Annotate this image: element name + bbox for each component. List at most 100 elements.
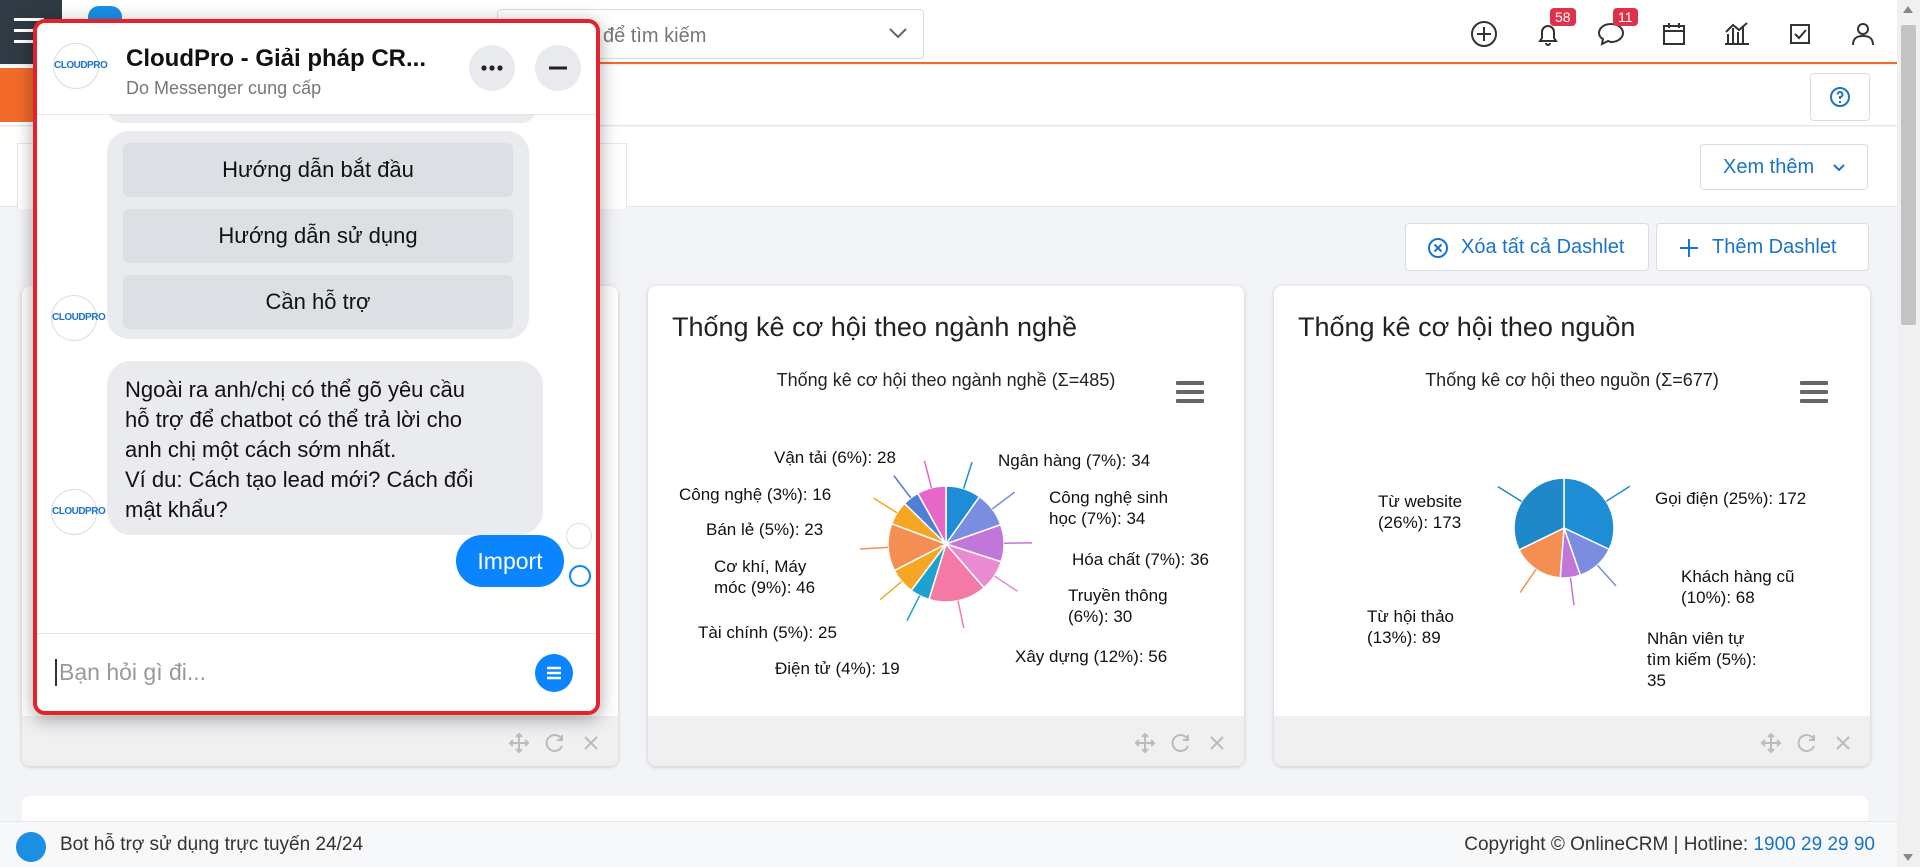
label-nhan-vien-1: Nhân viên tự	[1647, 629, 1745, 648]
pie-leader-line	[962, 461, 973, 489]
label-van-tai: Vận tải (6%): 28	[774, 448, 896, 467]
pie-leader-line	[957, 600, 965, 629]
label-ban-le: Bán lẻ (5%): 23	[706, 520, 824, 539]
refresh-icon[interactable]	[1796, 732, 1818, 754]
label-hoa-chat: Hóa chất (7%): 36	[1072, 550, 1210, 569]
chevron-down-icon	[1833, 164, 1845, 172]
pie-leader-line	[879, 580, 903, 601]
pie-leader-line	[860, 546, 889, 550]
move-icon[interactable]	[1760, 732, 1782, 754]
calendar-icon[interactable]	[1656, 16, 1692, 52]
quick-reply-start[interactable]: Hướng dẫn bắt đầu	[123, 143, 513, 197]
user-icon[interactable]	[1845, 16, 1881, 52]
pie-leader-line	[993, 575, 1019, 593]
more-options-button[interactable]	[469, 45, 515, 91]
copyright-text: Copyright © OnlineCRM | Hotline: 1900 29…	[1464, 834, 1875, 856]
label-co-khi-2: móc (9%): 46	[714, 578, 816, 597]
messages-button[interactable]: 11	[1593, 8, 1638, 52]
plus-circle-icon[interactable]	[1466, 16, 1502, 52]
label-ngan-hang: Ngân hàng (7%): 34	[998, 451, 1151, 470]
cloudpro-avatar: CLOUDPRO	[53, 43, 108, 89]
scroll-down-icon[interactable]	[1903, 854, 1913, 861]
help-button[interactable]	[1810, 73, 1870, 121]
label-khach-hang-cu-2: (10%): 68	[1681, 588, 1755, 607]
chart-menu-icon[interactable]	[1176, 381, 1204, 403]
xem-them-label: Xem thêm	[1723, 156, 1815, 178]
search-placeholder: để tìm kiếm	[603, 25, 707, 47]
label-tu-hoi-thao-1: Từ hội thảo	[1367, 607, 1454, 626]
copyright-label: Copyright © OnlineCRM | Hotline:	[1464, 834, 1754, 855]
pie-leader-line	[906, 595, 921, 621]
minus-icon	[549, 66, 567, 70]
refresh-icon[interactable]	[1170, 732, 1192, 754]
notifications-button[interactable]: 58	[1530, 8, 1576, 52]
refresh-icon[interactable]	[544, 732, 566, 754]
user-message-import: Import	[456, 535, 564, 587]
chat-header: CLOUDPRO CloudPro - Giải pháp CR... Do M…	[37, 23, 596, 115]
bot-message: Ngoài ra anh/chị có thể gõ yêu cầu hỗ tr…	[107, 361, 543, 535]
avatar-logo-text: CLOUDPRO	[54, 60, 108, 71]
label-tu-website-2: (26%): 173	[1378, 513, 1462, 532]
scroll-up-icon[interactable]	[1903, 6, 1913, 13]
label-khach-hang-cu-1: Khách hàng cũ	[1681, 567, 1795, 586]
bot-avatar: CLOUDPRO	[51, 295, 106, 341]
chat-subtitle: Do Messenger cung cấp	[126, 78, 322, 98]
pie-leader-line	[991, 491, 1016, 510]
list-lines-icon	[547, 666, 561, 680]
chat-body: Hướng dẫn bắt đầu Hướng dẫn sử dụng Cần …	[37, 115, 596, 641]
clear-all-dashlets-button[interactable]: Xóa tất cả Dashlet	[1405, 223, 1649, 271]
label-truyen-thong-2: (6%): 30	[1068, 607, 1133, 626]
avatar-logo-text: CLOUDPRO	[52, 506, 106, 517]
label-tu-website-1: Từ website	[1378, 492, 1463, 511]
scrollbar-thumb[interactable]	[1901, 25, 1916, 325]
pie-leader-line	[873, 497, 898, 514]
task-check-icon[interactable]	[1782, 16, 1818, 52]
messenger-icon[interactable]	[16, 832, 46, 862]
move-icon[interactable]	[508, 732, 530, 754]
add-dashlet-button[interactable]: Thêm Dashlet	[1656, 223, 1869, 271]
page-scrollbar[interactable]	[1897, 0, 1920, 867]
label-cnsh-1: Công nghệ sinh	[1049, 488, 1169, 507]
chevron-down-icon[interactable]	[887, 22, 909, 44]
dashlet-industry: Thống kê cơ hội theo ngành nghề Thống kê…	[648, 286, 1244, 766]
pie-leader-line	[1596, 564, 1617, 587]
label-cong-nghe: Công nghệ (3%): 16	[679, 485, 832, 504]
report-chart-icon[interactable]	[1719, 16, 1755, 52]
label-cnsh-2: học (7%): 34	[1049, 509, 1146, 528]
label-nhan-vien-3: 35	[1647, 671, 1666, 690]
label-goi-dien: Gọi điện (25%): 172	[1655, 489, 1807, 508]
label-dien-tu: Điện tử (4%): 19	[775, 659, 900, 678]
bot-support-label: Bot hỗ trợ sử dụng trực tuyến 24/24	[60, 834, 364, 855]
dashlet-footer	[1274, 716, 1870, 766]
minimize-button[interactable]	[535, 45, 581, 91]
messenger-chat-window: CLOUDPRO CloudPro - Giải pháp CR... Do M…	[33, 19, 600, 715]
move-icon[interactable]	[1134, 732, 1156, 754]
label-truyen-thong-1: Truyền thông	[1068, 586, 1168, 605]
xem-them-dropdown[interactable]: Xem thêm	[1700, 144, 1868, 190]
chart-menu-icon[interactable]	[1800, 381, 1828, 403]
quick-reply-support[interactable]: Cần hỗ trợ	[123, 275, 513, 329]
question-circle-icon	[1830, 87, 1850, 107]
message-badge: 11	[1613, 8, 1638, 26]
chat-name: CloudPro - Giải pháp CR...	[126, 45, 426, 72]
dashlet-title: Thống kê cơ hội theo ngành nghề	[672, 312, 1078, 342]
plus-icon	[1680, 239, 1698, 257]
menu-list-icon[interactable]	[535, 654, 573, 692]
close-circle-icon	[1428, 238, 1448, 258]
label-tai-chinh: Tài chính (5%): 25	[698, 623, 837, 642]
label-co-khi-1: Cơ khí, Máy	[714, 557, 807, 576]
chat-input[interactable]: Bạn hỏi gì đi...	[55, 659, 206, 686]
notification-badge: 58	[1550, 8, 1576, 26]
quick-reply-usage[interactable]: Hướng dẫn sử dụng	[123, 209, 513, 263]
pie-leader-line	[1605, 485, 1631, 502]
check-circle-icon	[569, 565, 591, 587]
more-dots-icon	[481, 65, 503, 71]
pie-leader-line	[893, 475, 912, 499]
pie-leader-line	[923, 460, 933, 489]
dashlet-source: Thống kê cơ hội theo nguồn Thống kê cơ h…	[1274, 286, 1870, 766]
hotline-link[interactable]: 1900 29 29 90	[1753, 834, 1875, 855]
chat-input-bar: Bạn hỏi gì đi...	[37, 633, 596, 711]
close-icon[interactable]	[1832, 732, 1854, 754]
close-icon[interactable]	[580, 732, 602, 754]
close-icon[interactable]	[1206, 732, 1228, 754]
